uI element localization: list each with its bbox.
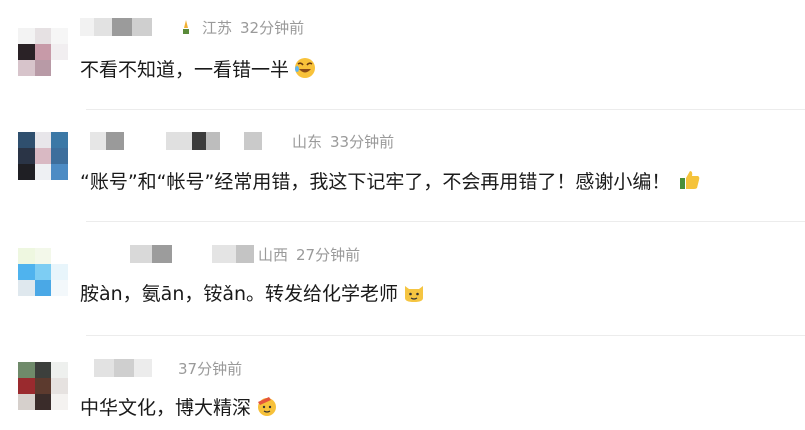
username-blurred[interactable]: [94, 359, 152, 377]
comment-location: 山东: [292, 132, 323, 151]
comment-item: 山西 27分钟前 胺àn，氨ān，铵ǎn。转发给化学老师: [0, 226, 805, 336]
thumbs-up-emoji: [678, 168, 702, 192]
comment-item: 37分钟前 中华文化，博大精深: [0, 340, 805, 430]
divider: [86, 221, 805, 222]
comment-meta: 山西 27分钟前: [130, 243, 360, 265]
salute-emoji: [255, 394, 279, 418]
comment-meta: 江苏 32分钟前: [80, 16, 304, 38]
comment-location: 江苏: [202, 18, 233, 37]
avatar[interactable]: [18, 132, 68, 180]
avatar[interactable]: [18, 28, 68, 76]
comment-text-row: 不看不知道，一看错一半: [80, 54, 317, 82]
comment-time: 33分钟前: [330, 132, 395, 151]
comment-time: 32分钟前: [240, 18, 305, 37]
user-badge-icon: [180, 19, 192, 35]
cat-face-emoji: [402, 280, 426, 304]
comment-text-row: “账号”和“帐号”经常用错，我这下记牢了，不会再用错了！感谢小编！: [80, 166, 702, 194]
comment-item: 江苏 32分钟前 不看不知道，一看错一半: [0, 0, 805, 110]
comment-text-row: 胺àn，氨ān，铵ǎn。转发给化学老师: [80, 278, 426, 306]
comment-meta: 山东 33分钟前: [90, 130, 394, 152]
username-blurred[interactable]: [130, 245, 254, 263]
username-blurred[interactable]: [90, 132, 262, 150]
comment-item: 山东 33分钟前 “账号”和“帐号”经常用错，我这下记牢了，不会再用错了！感谢小…: [0, 112, 805, 222]
comment-text: 不看不知道，一看错一半: [80, 58, 290, 81]
avatar[interactable]: [18, 362, 68, 410]
laughing-crying-emoji: [293, 56, 317, 80]
comment-text: 中华文化，博大精深: [80, 396, 252, 419]
divider: [86, 109, 805, 110]
comment-text: 胺àn，氨ān，铵ǎn。转发给化学老师: [80, 282, 399, 305]
avatar[interactable]: [18, 248, 68, 296]
comment-meta: 37分钟前: [94, 357, 242, 379]
comment-time: 27分钟前: [296, 245, 361, 264]
divider: [86, 335, 805, 336]
comment-time: 37分钟前: [178, 359, 243, 378]
comment-text: “账号”和“帐号”经常用错，我这下记牢了，不会再用错了！感谢小编！: [80, 170, 671, 193]
username-blurred[interactable]: [80, 18, 174, 36]
comment-text-row: 中华文化，博大精深: [80, 392, 279, 420]
comment-location: 山西: [258, 245, 289, 264]
